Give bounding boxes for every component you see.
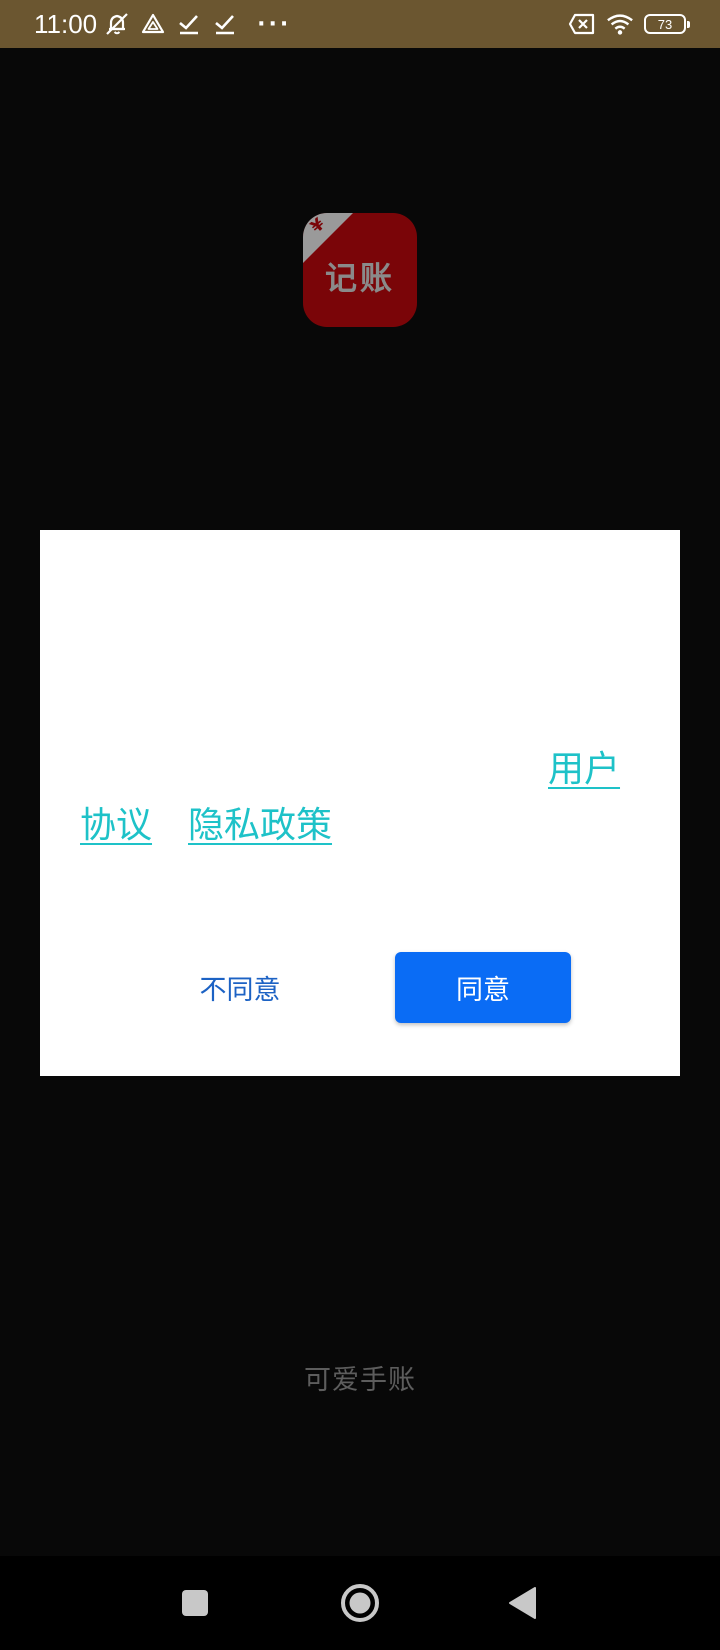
navigation-bar <box>0 1556 720 1650</box>
app-name: 可爱手账 <box>304 1365 416 1396</box>
drive-icon <box>139 10 167 38</box>
check-icon <box>175 10 203 38</box>
agreement-link[interactable]: 协议 <box>80 796 152 848</box>
silent-bell-icon <box>103 10 131 38</box>
app-icon: ¥ 记账 <box>303 213 417 327</box>
privacy-dialog: 用户 协议 隐私政策 不同意 同意 <box>40 530 680 1076</box>
disagree-button[interactable]: 不同意 <box>160 952 320 1022</box>
privacy-policy-link[interactable]: 隐私政策 <box>188 796 332 848</box>
status-left-icons: ··· <box>103 10 291 38</box>
check-icon <box>211 10 239 38</box>
user-link[interactable]: 用户 <box>548 740 620 792</box>
home-icon[interactable] <box>315 1556 405 1650</box>
status-bar: 11:00 ··· 73 <box>0 0 720 48</box>
status-right-icons: 73 <box>568 10 690 38</box>
screen: 11:00 ··· 73 ¥ 记账 用户 协议 隐私政策 不同意 同意 可爱手账 <box>0 0 720 1650</box>
battery-icon: 73 <box>644 14 690 34</box>
status-time: 11:00 <box>34 8 98 39</box>
recents-icon[interactable] <box>150 1556 240 1650</box>
back-icon[interactable] <box>478 1556 568 1650</box>
sim-off-icon <box>568 10 596 38</box>
agree-button[interactable]: 同意 <box>395 952 571 1023</box>
app-icon-text: 记账 <box>324 259 395 297</box>
more-notifications-icon: ··· <box>257 11 292 37</box>
wifi-icon <box>606 10 634 38</box>
